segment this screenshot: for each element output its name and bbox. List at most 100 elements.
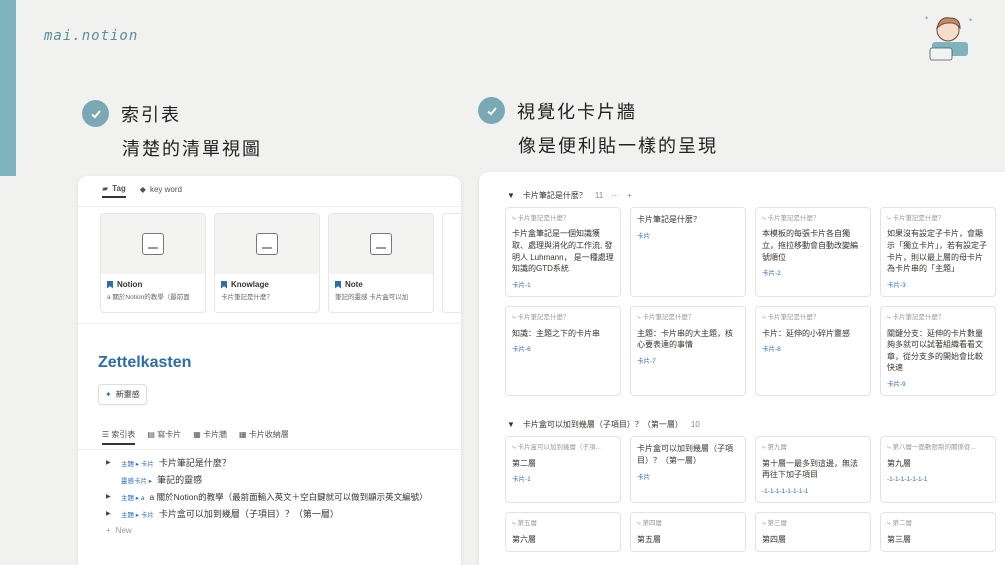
feature-title: 索引表 [121, 104, 181, 125]
check-circle-icon [478, 97, 505, 124]
board-card[interactable]: ⤷ 卡片筆記是什麼？ 主題：卡片串的大主題，核心要表達的事情 卡片-7 [630, 306, 746, 397]
card-row: ⤷ 第五層 第六層 ⤷ 第四層第五層 ⤷ 第三層 第四層 ⤷ 第二層第三層 [479, 512, 1005, 553]
board-card[interactable]: ⤷ 卡片筆記是什麼？ 關鍵分支：延伸的卡片數量夠多就可以試著組織看看文章，從分支多… [880, 306, 996, 397]
gallery-card[interactable]: Knowlage 卡片筆記是什麼？ [214, 213, 320, 313]
board-icon: ▦ [193, 430, 203, 439]
card-parent-label: ⤷ 第二層 [887, 520, 912, 528]
new-idea-button[interactable]: ✦ 新靈感 [98, 384, 147, 405]
feature-title: 視覺化卡片牆 [517, 101, 637, 122]
card-parent-label: ⤷ 第九層 [762, 444, 787, 452]
card-tag: -1-1-1-1-1-1-1 [887, 476, 928, 484]
card-row: ⤷ 卡片筆記是什麼？ 卡片盒筆記是一個知識獲取、處理與消化的工作流, 發明人 Lu… [479, 207, 1005, 298]
card-tag: 卡片-3 [887, 281, 906, 289]
feature-subtitle: 像是便利貼一樣的呈現 [518, 136, 718, 156]
bookmark-icon [107, 280, 113, 289]
list-item[interactable]: 靈感卡片 ▸ 筆記的靈感 [106, 471, 433, 488]
card-parent-label: ⤷ 卡片筆記是什麼？ [512, 314, 570, 322]
bookmark-icon [335, 280, 341, 289]
card-body: 主題：卡片串的大主題，核心要表達的事情 [637, 328, 733, 350]
card-parent-label: ⤷ 卡片筆記是什麼？ [762, 215, 820, 222]
card-body: 第五層 [637, 534, 661, 544]
board-card[interactable]: ⤷ 卡片筆記是什麼？ 卡片盒筆記是一個知識獲取、處理與消化的工作流, 發明人 Lu… [505, 207, 621, 298]
plus-icon[interactable]: + [627, 191, 632, 200]
feature-subtitle: 清楚的清單視圖 [122, 139, 262, 159]
card-parent-label: ⤷ 第四層 [637, 520, 662, 528]
gallery-card-subtitle: 卡片筆記是什麼？ [221, 294, 273, 301]
label-icon: ◆ [139, 185, 146, 194]
list-item[interactable]: ▶ 主題 ▸ 卡片 卡片盒可以加到幾層（子項目）？（第一層） [106, 505, 433, 522]
card-body: 卡片盒筆記是一個知識獲取、處理與消化的工作流, 發明人 Luhmann， 是一種… [512, 229, 614, 274]
card-tag: 卡片-1 [512, 281, 531, 289]
board-card[interactable]: ⤷ 第三層 第四層 [755, 512, 871, 553]
avatar-illustration: ✦ ✦ [924, 15, 973, 61]
card-body: 關鍵分支：延伸的卡片數量夠多就可以試著組織看看文章，從分支多的開始會比較快速 [887, 328, 983, 373]
board-card[interactable]: ⤷ 第八層一面數限制的關係從... 第九層 -1-1-1-1-1-1-1 [880, 436, 996, 504]
card-body: 第十層一最多到這邊，無法再往下加子項目 [762, 458, 858, 480]
board-card[interactable]: ⤷ 卡片筆記是什麼？ 卡片：延伸的小碎片靈感 卡片-8 [755, 306, 871, 397]
card-tag: 卡片-2 [762, 270, 781, 278]
tab-tag[interactable]: ▰ Tag [102, 184, 126, 198]
board-card[interactable]: ⤷ 卡片筆記是什麼？ 知識：主題之下的卡片串 卡片-6 [505, 306, 621, 397]
feature-card-wall: 視覺化卡片牆 像是便利貼一樣的呈現 [478, 97, 718, 158]
board-card[interactable]: ⤷ 第四層第五層 [630, 512, 746, 553]
tag-cover-icon [142, 233, 164, 255]
gallery-card[interactable] [442, 213, 461, 313]
sparkle-icon: ✦ [105, 390, 112, 399]
list-item[interactable]: ▶ 主題 ▸ 卡片 卡片筆記是什麼？ [106, 454, 433, 471]
gallery-card[interactable]: Notion a 關於Notion的教學（最前面 [100, 213, 206, 313]
toggle-triangle-icon[interactable]: ▶ [106, 493, 116, 500]
card-tag: -1-1-1-1-1-1-1-1 [762, 488, 809, 496]
card-body: 第二層 [512, 458, 536, 468]
gallery-card[interactable]: Note 筆記的靈感 卡片盒可以加 [328, 213, 434, 313]
board-card[interactable]: ⤷ 第五層 第六層 [505, 512, 621, 553]
board-card[interactable]: 卡片筆記是什麼？ 卡片 [630, 207, 746, 298]
board-card[interactable]: ⤷ 卡片盒可以加到幾層（子項... 第二層 卡片-1 [505, 436, 621, 504]
new-row-button[interactable]: + New [106, 522, 433, 539]
board-icon: ▦ [238, 430, 249, 439]
svg-text:✦: ✦ [924, 15, 929, 22]
feature-index: 索引表 清楚的清單視圖 [82, 100, 262, 161]
card-parent-label: ⤷ 卡片筆記是什麼？ [762, 314, 820, 322]
tab-card-storage[interactable]: ▦ 卡片收納層 [239, 429, 289, 445]
card-body: 第四層 [762, 534, 786, 544]
board-group-header[interactable]: ▼ 卡片盒可以加到幾層（子項目）？（第一層） 10 [479, 405, 1005, 436]
tag-cover-icon [370, 233, 392, 255]
card-tag: 卡片-6 [512, 346, 531, 354]
board-card[interactable]: ⤷ 卡片筆記是什麼？ 本模板的每張卡片各自獨立，拖拉移動會自動改變編號順位卡片-2 [755, 207, 871, 298]
collapse-triangle-icon[interactable]: ▼ [507, 420, 515, 429]
board-card[interactable]: ⤷ 卡片筆記是什麼？ 如果沒有設定子卡片，會顯示「獨立卡片」，若有設定子卡片，則以… [880, 207, 996, 298]
list-item[interactable]: ▶ 主題 ▸ a a 關於Notion的教學（最前面輸入英文＋空白鍵就可以做到顯… [106, 488, 433, 505]
list-icon: ☰ [102, 430, 112, 439]
card-parent-label: ⤷ 卡片筆記是什麼？ [887, 314, 945, 322]
collapse-triangle-icon[interactable]: ▼ [507, 191, 515, 200]
card-body: 本模板的每張卡片各自獨立，拖拉移動會自動改變編號順位 [762, 229, 858, 262]
database-title: Zettelkasten [78, 323, 461, 378]
card-body: 卡片筆記是什麼？ [637, 215, 701, 224]
tab-index-table[interactable]: ☰ 索引表 [102, 429, 136, 445]
board-group-header[interactable]: ▼ 卡片筆記是什麼？ 11 ··· + [479, 172, 1005, 207]
tab-write-card[interactable]: ▤ 寫卡片 [147, 429, 181, 445]
gallery-card-subtitle: 筆記的靈感 卡片盒可以加 [335, 294, 409, 301]
gallery-tabs: ▰ Tag ◆ key word [78, 176, 461, 207]
card-body: 卡片：延伸的小碎片靈感 [762, 328, 850, 338]
card-body: 第三層 [887, 534, 911, 544]
board-card[interactable]: ⤷ 第九層第十層一最多到這邊，無法再往下加子項目 -1-1-1-1-1-1-1-1 [755, 436, 871, 504]
check-circle-icon [82, 100, 109, 127]
tag-gallery: Notion a 關於Notion的教學（最前面 Knowlage 卡片筆記是什… [78, 207, 461, 313]
toggle-triangle-icon[interactable]: ▶ [106, 510, 116, 517]
card-parent-label: ⤷ 第五層 [512, 520, 537, 528]
card-body: 卡片盒可以加到幾層（子項目）？（第一層） [637, 444, 733, 466]
card-body: 第九層 [887, 458, 911, 468]
card-tag: 卡片-7 [637, 357, 656, 365]
card-tag: 卡片-9 [887, 381, 906, 389]
tab-card-wall[interactable]: ▦ 卡片牆 [193, 429, 227, 445]
brand-logo: mai.notion [44, 28, 139, 44]
view-tabs: ☰ 索引表 ▤ 寫卡片 ▦ 卡片牆 ▦ 卡片收納層 [78, 411, 461, 450]
board-card[interactable]: ⤷ 第二層第三層 [880, 512, 996, 553]
tab-key-word[interactable]: ◆ key word [140, 184, 182, 198]
toggle-triangle-icon[interactable]: ▶ [106, 459, 116, 466]
more-icon[interactable]: ··· [611, 191, 619, 200]
doc-icon: ▤ [147, 430, 158, 439]
tag-icon: ▰ [102, 184, 109, 193]
board-card[interactable]: 卡片盒可以加到幾層（子項目）？（第一層） 卡片 [630, 436, 746, 504]
